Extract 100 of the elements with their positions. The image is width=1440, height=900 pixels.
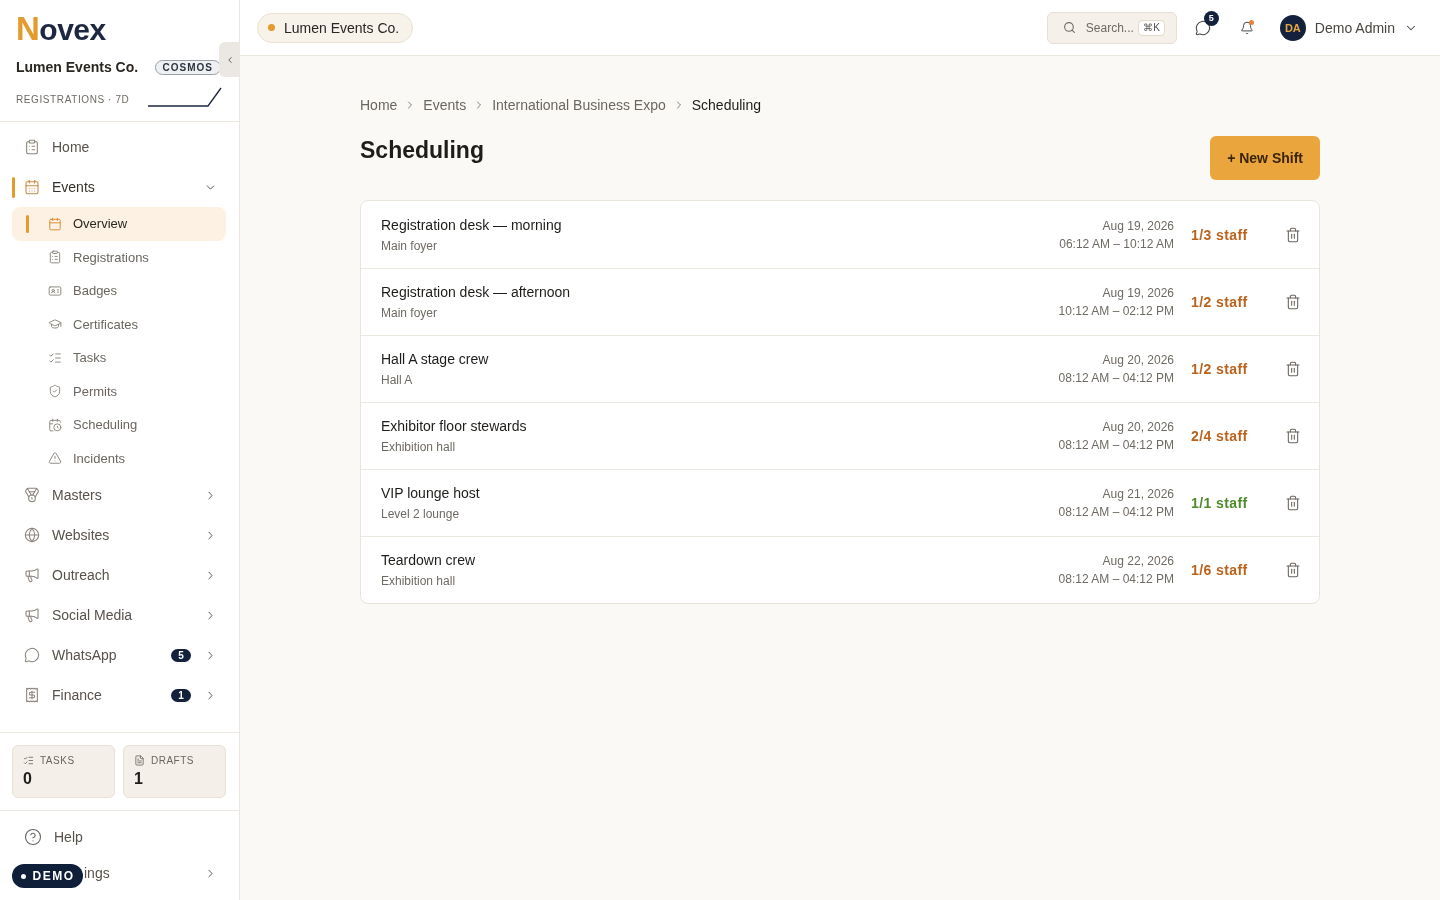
trash-icon — [1285, 294, 1301, 310]
plan-badge: COSMOS — [154, 59, 221, 75]
shift-location: Main foyer — [381, 237, 439, 254]
id-card-icon — [48, 283, 62, 298]
nav-item[interactable]: Help — [0, 819, 239, 855]
selected-indicator — [26, 215, 29, 233]
trash-icon — [1285, 428, 1301, 444]
shift-title: Exhibitor floor stewards — [381, 417, 528, 435]
new-shift-button[interactable]: + New Shift — [1210, 136, 1320, 180]
trash-icon — [1285, 562, 1301, 578]
shift-location: Level 2 lounge — [381, 506, 461, 522]
stat-value: 0 — [23, 770, 33, 788]
trash-icon — [1285, 361, 1301, 377]
chat-bubble-icon — [24, 647, 40, 663]
nav-item[interactable]: Finance 1 — [0, 675, 239, 715]
shift-title: Registration desk — afternoon — [381, 283, 572, 301]
megaphone-icon — [24, 607, 40, 623]
shift-title: VIP lounge host — [381, 484, 481, 502]
page-title: Scheduling — [360, 136, 484, 164]
logo: Novex — [16, 14, 106, 45]
shift-time: 08:12 AM – 04:12 PM — [1058, 504, 1174, 521]
search-icon — [1062, 21, 1076, 34]
nav-subitem[interactable]: Overview — [12, 207, 226, 241]
count-badge: 1 — [171, 688, 191, 702]
staff-count: 1/1 staff — [1191, 495, 1249, 511]
user-menu[interactable]: DA Demo Admin — [1279, 14, 1418, 41]
shift-date: Aug 20, 2026 — [1101, 352, 1174, 369]
nav-subitem[interactable]: Tasks — [12, 341, 226, 375]
stat-value: 1 — [134, 770, 144, 788]
organization-chip[interactable]: Lumen Events Co. — [257, 12, 414, 43]
stat-label: DRAFTS — [151, 755, 194, 766]
nav-item[interactable]: Websites — [0, 515, 239, 555]
nav-item[interactable]: Home — [0, 127, 239, 167]
shield-check-icon — [48, 384, 62, 399]
shift-title: Hall A stage crew — [381, 350, 490, 368]
staff-count: 1/2 staff — [1191, 361, 1249, 377]
shift-time: 06:12 AM – 10:12 AM — [1059, 235, 1174, 253]
shift-time: 10:12 AM – 02:12 PM — [1058, 303, 1174, 320]
receipt-icon — [24, 687, 40, 703]
shift-title: Teardown crew — [381, 551, 477, 569]
breadcrumb-current: Scheduling — [691, 97, 761, 113]
shift-location: Main foyer — [381, 305, 439, 321]
workspace-name: Lumen Events Co. — [16, 59, 139, 75]
breadcrumb-link[interactable]: International Business Expo — [492, 97, 666, 113]
metric-label: REGISTRATIONS · 7D — [16, 93, 130, 107]
nav-item[interactable]: Outreach — [0, 555, 239, 595]
trash-icon — [1285, 226, 1301, 243]
shift-date: Aug 21, 2026 — [1101, 486, 1174, 503]
nav-subitem[interactable]: Certificates — [12, 307, 226, 341]
stat-label: TASKS — [40, 755, 75, 766]
globe-icon — [24, 527, 40, 543]
shift-time: 08:12 AM – 04:12 PM — [1058, 370, 1174, 387]
calendar-clock-icon — [48, 417, 62, 432]
shift-time: 08:12 AM – 04:12 PM — [1058, 571, 1174, 588]
staff-count: 1/6 staff — [1191, 562, 1249, 578]
count-badge: 5 — [1203, 10, 1219, 26]
nav-item[interactable]: ings — [84, 855, 239, 891]
staff-count: 1/3 staff — [1191, 226, 1249, 243]
nav-item[interactable]: Masters — [0, 475, 239, 515]
nav-subitem[interactable]: Incidents — [12, 441, 226, 475]
trash-icon — [1285, 495, 1301, 511]
clipboard-icon — [24, 139, 40, 155]
shift-date: Aug 20, 2026 — [1101, 419, 1174, 436]
status-dot-icon — [268, 24, 275, 31]
shift-date: Aug 19, 2026 — [1101, 217, 1174, 235]
nav-subitem[interactable]: Badges — [12, 274, 226, 308]
calendar-icon — [48, 216, 62, 231]
warning-icon — [48, 451, 62, 466]
chat-bubble-icon — [1194, 19, 1211, 36]
document-icon — [134, 755, 145, 766]
count-badge: 5 — [171, 648, 191, 662]
shift-date: Aug 22, 2026 — [1101, 553, 1174, 570]
help-icon — [24, 828, 42, 846]
nav-item[interactable]: Events — [0, 167, 239, 207]
checklist-icon — [48, 350, 62, 365]
checklist-icon — [23, 755, 34, 766]
avatar: DA — [1279, 14, 1306, 41]
active-indicator — [12, 176, 15, 198]
shift-time: 08:12 AM – 04:12 PM — [1058, 437, 1174, 454]
nav-subitem[interactable]: Registrations — [12, 240, 226, 274]
nav-subitem[interactable]: Scheduling — [12, 408, 226, 442]
staff-count: 1/2 staff — [1191, 294, 1249, 310]
status-dot-icon — [20, 873, 26, 879]
shift-date: Aug 19, 2026 — [1101, 285, 1174, 302]
breadcrumb-link[interactable]: Events — [423, 97, 467, 113]
shift-title: Registration desk — morning — [381, 215, 563, 234]
megaphone-icon — [24, 567, 40, 583]
shift-location: Exhibition hall — [381, 573, 457, 589]
clipboard-list-icon — [48, 250, 62, 265]
calendar-icon — [24, 179, 40, 195]
nav-item[interactable]: WhatsApp 5 — [0, 635, 239, 675]
nav-item[interactable]: Social Media — [0, 595, 239, 635]
demo-label: DEMO — [32, 869, 75, 883]
bell-icon — [1239, 20, 1254, 35]
breadcrumb-link[interactable]: Home — [360, 97, 398, 113]
shift-location: Exhibition hall — [381, 439, 457, 455]
shift-location: Hall A — [381, 372, 414, 388]
medal-icon — [24, 487, 40, 503]
graduation-cap-icon — [48, 317, 62, 332]
nav-subitem[interactable]: Permits — [12, 374, 226, 408]
